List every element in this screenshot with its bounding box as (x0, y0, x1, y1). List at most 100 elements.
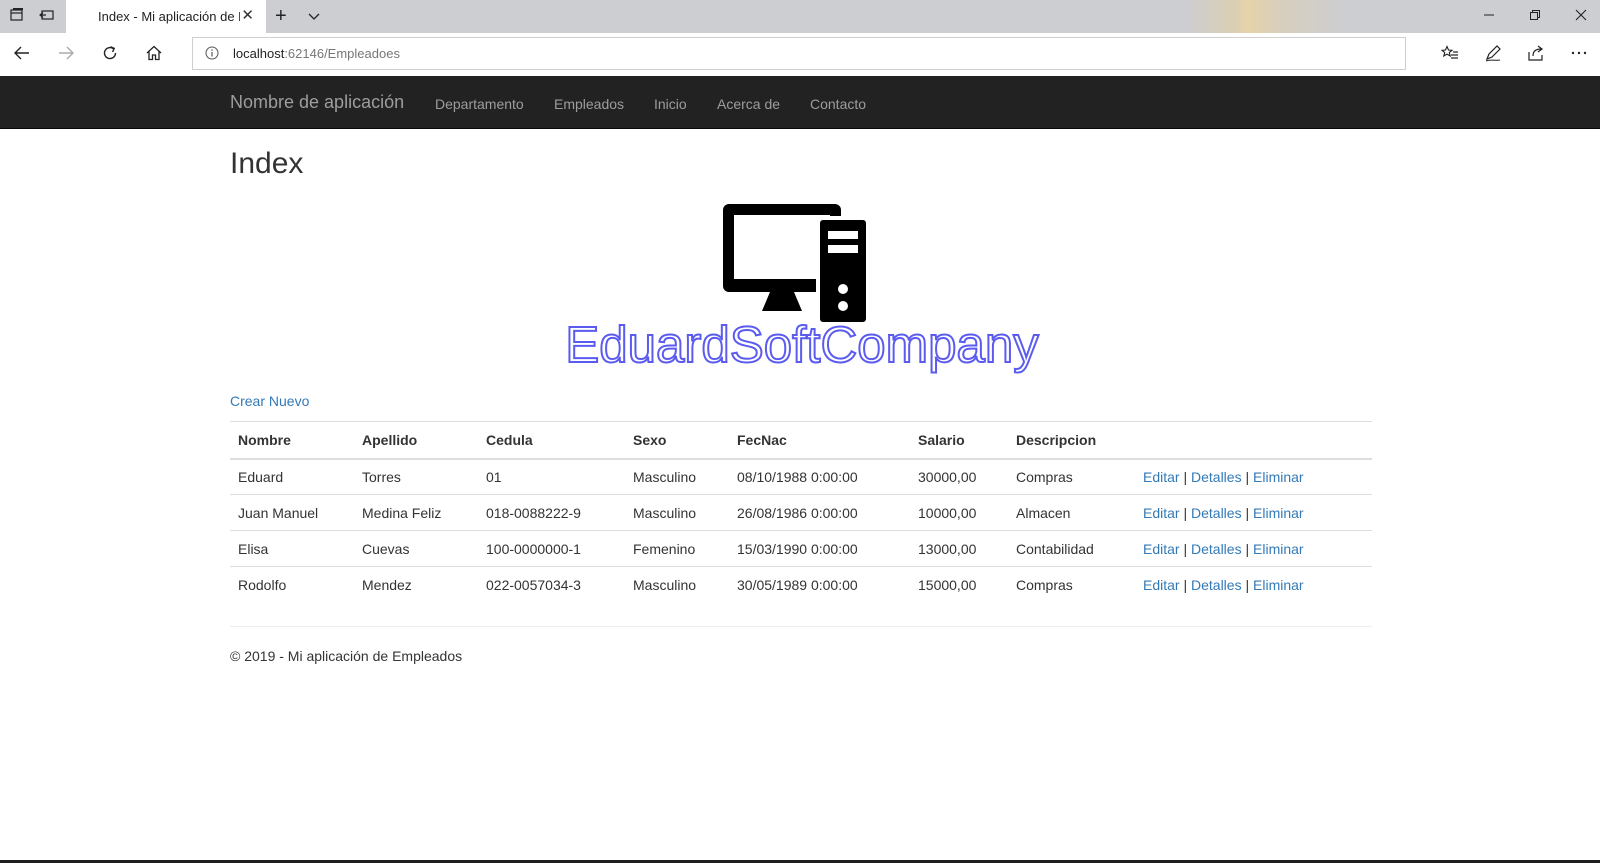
delete-link[interactable]: Eliminar (1253, 469, 1304, 485)
nav-link-acerca-de[interactable]: Acerca de (717, 94, 780, 114)
browser-titlebar: Index - Mi aplicación de Empleados ✕ + (0, 0, 1600, 33)
action-separator: | (1245, 504, 1250, 521)
cell-actions: Editar | Detalles | Eliminar (1135, 530, 1372, 567)
cell-sexo: Masculino (625, 566, 729, 603)
cell-nombre: Eduard (230, 458, 354, 495)
cell-descripcion: Almacen (1008, 494, 1135, 531)
cell-nombre: Elisa (230, 530, 354, 567)
cell-apellido: Medina Feliz (354, 494, 478, 531)
table-header-row: Nombre Apellido Cedula Sexo FecNac Salar… (230, 421, 1372, 460)
close-window-icon[interactable] (1566, 6, 1596, 26)
forward-icon[interactable] (55, 44, 77, 66)
cell-descripcion: Compras (1008, 566, 1135, 603)
column-header-actions (1135, 421, 1372, 460)
cell-salario: 13000,00 (910, 530, 1008, 567)
edit-link[interactable]: Editar (1143, 469, 1180, 485)
cell-descripcion: Compras (1008, 458, 1135, 495)
table-row: Eduard Torres 01 Masculino 08/10/1988 0:… (230, 458, 1372, 495)
column-header-salario: Salario (910, 421, 1008, 460)
column-header-nombre: Nombre (230, 421, 354, 460)
logo-text: EduardSoftCompany (565, 318, 1039, 373)
delete-link[interactable]: Eliminar (1253, 577, 1304, 593)
cell-nombre: Rodolfo (230, 566, 354, 603)
table-row: Rodolfo Mendez 022-0057034-3 Masculino 3… (230, 566, 1372, 603)
cell-actions: Editar | Detalles | Eliminar (1135, 494, 1372, 531)
nav-link-departamento[interactable]: Departamento (435, 94, 524, 114)
column-header-apellido: Apellido (354, 421, 478, 460)
favorites-icon[interactable] (1439, 44, 1461, 66)
back-icon[interactable] (11, 44, 33, 66)
tab-actions-icon[interactable] (8, 7, 26, 25)
action-separator: | (1183, 504, 1188, 521)
delete-link[interactable]: Eliminar (1253, 541, 1304, 557)
cell-salario: 30000,00 (910, 458, 1008, 495)
cell-apellido: Mendez (354, 566, 478, 603)
more-icon[interactable] (1568, 44, 1590, 66)
action-separator: | (1245, 540, 1250, 557)
cell-apellido: Torres (354, 458, 478, 495)
details-link[interactable]: Detalles (1191, 577, 1242, 593)
new-tab-icon[interactable]: + (275, 6, 287, 26)
action-separator: | (1245, 468, 1250, 485)
table-row: Elisa Cuevas 100-0000000-1 Femenino 15/0… (230, 530, 1372, 567)
column-header-sexo: Sexo (625, 421, 729, 460)
footer-divider (230, 626, 1372, 627)
pen-icon[interactable] (1482, 44, 1504, 66)
action-separator: | (1183, 540, 1188, 557)
cell-nombre: Juan Manuel (230, 494, 354, 531)
set-tabs-aside-icon[interactable] (38, 7, 56, 25)
column-header-fecnac: FecNac (729, 421, 910, 460)
address-bar[interactable]: localhost:62146/Empleadoes (192, 37, 1406, 70)
cell-sexo: Masculino (625, 494, 729, 531)
cell-fecnac: 30/05/1989 0:00:00 (729, 566, 910, 603)
action-separator: | (1183, 468, 1188, 485)
share-icon[interactable] (1525, 44, 1547, 66)
create-new-link[interactable]: Crear Nuevo (230, 391, 309, 411)
column-header-cedula: Cedula (478, 421, 625, 460)
cell-actions: Editar | Detalles | Eliminar (1135, 458, 1372, 495)
nav-link-empleados[interactable]: Empleados (554, 94, 624, 114)
nav-link-inicio[interactable]: Inicio (654, 94, 687, 114)
edit-link[interactable]: Editar (1143, 505, 1180, 521)
cell-fecnac: 08/10/1988 0:00:00 (729, 458, 910, 495)
page-title: Index (230, 147, 304, 180)
footer-text: © 2019 - Mi aplicación de Empleados (230, 648, 463, 664)
details-link[interactable]: Detalles (1191, 469, 1242, 485)
site-navbar: Nombre de aplicación Departamento Emplea… (0, 76, 1600, 129)
minimize-icon[interactable] (1474, 6, 1504, 26)
url-host: localhost (233, 46, 285, 61)
nav-link-contacto[interactable]: Contacto (810, 94, 866, 114)
cell-sexo: Masculino (625, 458, 729, 495)
action-separator: | (1183, 576, 1188, 593)
brand-link[interactable]: Nombre de aplicación (230, 92, 404, 112)
cell-cedula: 100-0000000-1 (478, 530, 625, 567)
edit-link[interactable]: Editar (1143, 577, 1180, 593)
delete-link[interactable]: Eliminar (1253, 505, 1304, 521)
table-row: Juan Manuel Medina Feliz 018-0088222-9 M… (230, 494, 1372, 531)
cell-descripcion: Contabilidad (1008, 530, 1135, 567)
chevron-down-icon[interactable] (306, 8, 322, 24)
browser-toolbar: localhost:62146/Empleadoes (0, 33, 1600, 76)
action-separator: | (1245, 576, 1250, 593)
info-icon[interactable] (205, 46, 219, 60)
details-link[interactable]: Detalles (1191, 505, 1242, 521)
url-path: :62146/Empleadoes (284, 46, 400, 61)
column-header-descripcion: Descripcion (1008, 421, 1135, 460)
url-text: localhost:62146/Empleadoes (233, 46, 400, 62)
close-tab-icon[interactable]: ✕ (241, 7, 254, 25)
active-tab[interactable]: Index - Mi aplicación de Empleados ✕ (66, 0, 266, 33)
cell-salario: 15000,00 (910, 566, 1008, 603)
edit-link[interactable]: Editar (1143, 541, 1180, 557)
refresh-icon[interactable] (99, 44, 121, 66)
details-link[interactable]: Detalles (1191, 541, 1242, 557)
company-logo: EduardSoftCompany (552, 315, 1052, 378)
cell-salario: 10000,00 (910, 494, 1008, 531)
cell-cedula: 01 (478, 458, 625, 495)
cell-actions: Editar | Detalles | Eliminar (1135, 566, 1372, 603)
home-icon[interactable] (143, 44, 165, 66)
computer-icon (720, 201, 870, 326)
restore-icon[interactable] (1520, 6, 1550, 26)
tab-title: Index - Mi aplicación de Empleados (98, 9, 240, 24)
cell-cedula: 018-0088222-9 (478, 494, 625, 531)
cell-cedula: 022-0057034-3 (478, 566, 625, 603)
